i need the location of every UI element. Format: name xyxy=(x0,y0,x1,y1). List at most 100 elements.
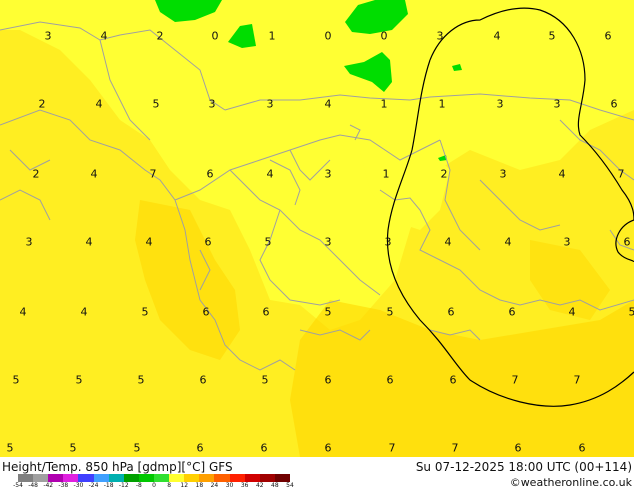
colorbar-segment xyxy=(184,474,200,482)
map-footer: Height/Temp. 850 hPa [gdmp][°C] GFS Su 0… xyxy=(0,457,634,490)
colorbar-segment xyxy=(93,474,110,482)
field-value-label: 6 xyxy=(386,373,394,387)
field-value-label: 6 xyxy=(578,441,586,455)
field-value-label: 6 xyxy=(199,373,207,387)
colorbar-tick-label: 42 xyxy=(255,482,264,489)
field-value-label: 5 xyxy=(133,441,141,455)
colorbar-tick-label: 54 xyxy=(286,482,294,489)
field-value-label: 5 xyxy=(137,373,145,387)
field-value-label: 3 xyxy=(499,167,507,181)
colorbar-tick-label: -24 xyxy=(88,482,99,489)
field-value-label: 3 xyxy=(563,235,571,249)
colorbar-tick-label: 12 xyxy=(180,482,189,489)
field-value-label: 0 xyxy=(211,29,219,43)
field-value-label: 6 xyxy=(204,235,212,249)
field-value-label: 1 xyxy=(380,97,388,111)
colorbar-segment xyxy=(78,474,95,482)
field-value-label: 3 xyxy=(266,97,274,111)
field-value-label: 7 xyxy=(451,441,459,455)
field-value-label: 6 xyxy=(604,29,612,43)
credit-link[interactable]: ©weatheronline.co.uk xyxy=(510,477,632,488)
field-value-label: 4 xyxy=(568,305,576,319)
field-value-label: 5 xyxy=(386,305,394,319)
colorbar-segment xyxy=(138,474,155,482)
field-value-label: 4 xyxy=(324,97,332,111)
colorbar-tick-label: 18 xyxy=(195,482,204,489)
colorbar-segment xyxy=(108,474,125,482)
field-value-label: 6 xyxy=(206,167,214,181)
colorbar-segment xyxy=(33,474,49,482)
field-value-label: 3 xyxy=(208,97,216,111)
field-value-label: 5 xyxy=(548,29,556,43)
field-value-label: 6 xyxy=(324,441,332,455)
field-value-label: 3 xyxy=(324,235,332,249)
colorbar-tick-label: -12 xyxy=(118,482,129,489)
colorbar xyxy=(18,474,291,482)
colorbar-segment xyxy=(229,474,246,482)
field-value-label: 3 xyxy=(384,235,392,249)
field-value-label: 1 xyxy=(438,97,446,111)
colorbar-segment xyxy=(259,474,276,482)
map-datetime: Su 07-12-2025 18:00 UTC (00+114) xyxy=(415,460,632,474)
field-value-label: 7 xyxy=(388,441,396,455)
field-value-label: 4 xyxy=(95,97,103,111)
colorbar-tick-label: 36 xyxy=(240,482,249,489)
field-value-label: 5 xyxy=(69,441,77,455)
field-value-label: 4 xyxy=(558,167,566,181)
field-value-label: 6 xyxy=(447,305,455,319)
field-value-label: 0 xyxy=(324,29,332,43)
field-value-label: 5 xyxy=(6,441,14,455)
field-value-label: 3 xyxy=(436,29,444,43)
field-value-label: 3 xyxy=(553,97,561,111)
field-value-label: 3 xyxy=(44,29,52,43)
field-value-label: 0 xyxy=(380,29,388,43)
field-value-label: 6 xyxy=(260,441,268,455)
colorbar-tick-label: 0 xyxy=(152,482,156,489)
colorbar-segment xyxy=(18,474,34,482)
colorbar-tick-label: -8 xyxy=(135,482,142,489)
colorbar-tick-label: 48 xyxy=(271,482,279,489)
field-value-label: 5 xyxy=(324,305,332,319)
field-value-label: 2 xyxy=(32,167,40,181)
field-value-label: 3 xyxy=(25,235,33,249)
colorbar-tick-label: -54 xyxy=(13,482,23,489)
field-value-label: 6 xyxy=(508,305,516,319)
field-value-label: 7 xyxy=(511,373,519,387)
colorbar-segment xyxy=(199,474,215,482)
field-value-label: 3 xyxy=(496,97,504,111)
field-value-label: 7 xyxy=(573,373,581,387)
colorbar-tick-label: 24 xyxy=(210,482,219,489)
field-value-label: 4 xyxy=(493,29,501,43)
field-value-label: 4 xyxy=(145,235,153,249)
colorbar-tick-label: 8 xyxy=(167,482,172,489)
field-value-label: 5 xyxy=(12,373,20,387)
colorbar-segment xyxy=(169,474,185,482)
colorbar-segment xyxy=(244,474,261,482)
field-value-label: 7 xyxy=(149,167,157,181)
field-value-label: 5 xyxy=(628,305,634,319)
colorbar-segment xyxy=(48,474,64,482)
field-value-label: 4 xyxy=(90,167,98,181)
colorbar-tick-label: -38 xyxy=(58,482,69,489)
field-value-label: 2 xyxy=(156,29,164,43)
field-value-label: 4 xyxy=(100,29,108,43)
field-value-label: 6 xyxy=(202,305,210,319)
field-value-label: 2 xyxy=(38,97,46,111)
colorbar-segment xyxy=(214,474,231,482)
field-value-label: 6 xyxy=(623,235,631,249)
colorbar-tick-label: -18 xyxy=(103,482,114,489)
colorbar-segment xyxy=(274,474,291,482)
field-value-label: 4 xyxy=(266,167,274,181)
map-canvas xyxy=(0,0,634,457)
field-value-label: 5 xyxy=(264,235,272,249)
map-title: Height/Temp. 850 hPa [gdmp][°C] GFS xyxy=(2,460,233,474)
field-value-label: 1 xyxy=(382,167,390,181)
field-value-label: 4 xyxy=(504,235,512,249)
field-value-label: 6 xyxy=(610,97,618,111)
field-value-label: 4 xyxy=(85,235,93,249)
field-value-label: 5 xyxy=(261,373,269,387)
colorbar-segment xyxy=(154,474,170,482)
colorbar-tick-label: 30 xyxy=(225,482,234,489)
field-value-label: 6 xyxy=(196,441,204,455)
field-value-label: 7 xyxy=(617,167,625,181)
